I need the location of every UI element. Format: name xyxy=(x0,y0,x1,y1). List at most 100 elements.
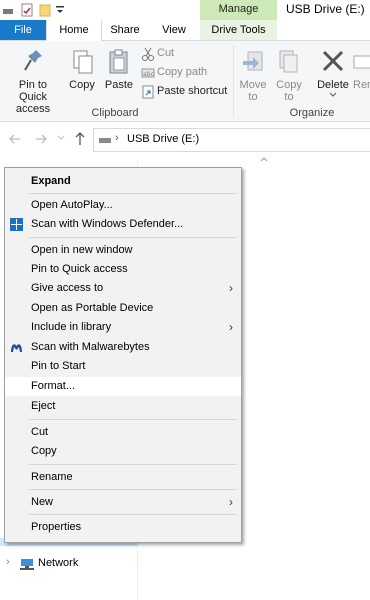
menu-separator xyxy=(29,514,237,515)
menu-item-expand[interactable]: Expand xyxy=(5,172,241,191)
back-arrow-icon[interactable] xyxy=(8,133,22,145)
menu-item-label: Pin to Start xyxy=(31,360,86,372)
paste-shortcut-icon xyxy=(142,85,154,99)
menu-item-label: Include in library xyxy=(31,321,112,333)
menu-item-label: Open AutoPlay... xyxy=(31,199,113,211)
move-to-label: Move to xyxy=(239,79,267,103)
expand-chevron-icon[interactable]: › xyxy=(6,556,10,568)
menu-item-scan-defender[interactable]: Scan with Windows Defender... xyxy=(5,215,241,234)
tab-home[interactable]: Home xyxy=(46,20,102,41)
menu-item-pin-quick-access[interactable]: Pin to Quick access xyxy=(5,260,241,279)
new-folder-icon[interactable] xyxy=(38,3,52,17)
menu-item-cut[interactable]: Cut xyxy=(5,423,241,442)
copy-path-label: Copy path xyxy=(157,66,208,78)
address-path: USB Drive (E:) xyxy=(127,133,200,145)
copy-label: Copy xyxy=(69,79,95,91)
tab-share[interactable]: Share xyxy=(102,20,148,40)
sort-chevron-icon[interactable] xyxy=(260,157,268,162)
address-bar[interactable]: › USB Drive (E:) xyxy=(93,128,370,152)
delete-button[interactable]: Delete xyxy=(316,46,350,102)
menu-item-label: Properties xyxy=(31,521,82,533)
drive-icon xyxy=(99,138,111,143)
malwarebytes-icon xyxy=(11,344,22,352)
chevron-down-icon xyxy=(329,92,337,97)
menu-item-rename[interactable]: Rename xyxy=(5,468,241,487)
move-to-button[interactable]: Move to xyxy=(238,46,268,103)
menu-item-label: Pin to Quick access xyxy=(31,263,128,275)
tab-drive-tools[interactable]: Drive Tools xyxy=(200,20,277,40)
network-icon xyxy=(20,559,34,570)
group-divider xyxy=(233,45,234,118)
menu-item-label: Give access to xyxy=(31,282,104,294)
menu-item-open-autoplay[interactable]: Open AutoPlay... xyxy=(5,196,241,215)
rename-label: Ren xyxy=(353,79,370,91)
menu-item-label: Open as Portable Device xyxy=(31,302,154,314)
cut-button[interactable]: Cut xyxy=(140,46,232,64)
rename-button[interactable]: Ren xyxy=(350,46,370,102)
menu-item-scan-malwarebytes[interactable]: Scan with Malwarebytes xyxy=(5,338,241,357)
organize-group-label: Organize xyxy=(289,107,335,119)
menu-item-label: Rename xyxy=(31,471,73,483)
rename-icon xyxy=(353,55,370,69)
copy-path-button[interactable]: abc Copy path xyxy=(140,65,232,83)
menu-item-copy[interactable]: Copy xyxy=(5,442,241,461)
paste-label: Paste xyxy=(104,79,134,91)
copy-icon xyxy=(73,50,93,74)
copy-to-label: Copy to xyxy=(276,79,302,103)
pin-to-quick-access-button[interactable]: Pin to Quick access xyxy=(4,46,62,115)
menu-item-open-new-window[interactable]: Open in new window xyxy=(5,241,241,260)
menu-separator xyxy=(29,419,237,420)
menu-item-new[interactable]: New › xyxy=(5,493,241,512)
menu-item-label: Scan with Malwarebytes xyxy=(31,341,150,353)
nav-item-network[interactable]: › Network xyxy=(0,554,137,574)
network-label: Network xyxy=(38,557,79,569)
forward-arrow-icon[interactable] xyxy=(34,133,48,145)
tab-view[interactable]: View xyxy=(150,20,198,40)
menu-item-open-portable[interactable]: Open as Portable Device xyxy=(5,299,241,318)
menu-separator xyxy=(29,464,237,465)
up-arrow-icon[interactable] xyxy=(74,131,86,147)
paste-button[interactable]: Paste xyxy=(102,46,136,102)
clipboard-group-label: Clipboard xyxy=(91,107,139,119)
submenu-arrow-icon: › xyxy=(229,495,233,509)
properties-icon[interactable] xyxy=(20,3,34,17)
menu-item-label: Copy xyxy=(31,445,57,457)
menu-item-label: Cut xyxy=(31,426,49,438)
customize-quick-access-icon[interactable] xyxy=(54,4,66,16)
breadcrumb-chevron-icon: › xyxy=(115,132,119,144)
copy-to-button[interactable]: Copy to xyxy=(273,46,305,103)
recent-locations-icon[interactable] xyxy=(57,134,65,142)
menu-separator xyxy=(29,237,237,238)
manage-tab[interactable]: Manage xyxy=(200,0,277,20)
paste-shortcut-button[interactable]: Paste shortcut xyxy=(140,84,232,102)
move-to-icon xyxy=(243,51,263,71)
menu-item-pin-start[interactable]: Pin to Start xyxy=(5,357,241,376)
paste-icon xyxy=(109,49,128,74)
windows-defender-icon xyxy=(10,218,23,231)
cut-label: Cut xyxy=(157,47,175,59)
menu-item-label: Expand xyxy=(31,175,71,187)
menu-item-format[interactable]: Format... xyxy=(5,377,241,396)
drive-icon xyxy=(3,9,13,14)
svg-text:abc: abc xyxy=(143,71,154,78)
paste-shortcut-label: Paste shortcut xyxy=(157,85,228,97)
menu-item-label: Format... xyxy=(31,380,76,392)
menu-item-label: Open in new window xyxy=(31,244,133,256)
context-menu: Expand Open AutoPlay... Scan with Window… xyxy=(4,167,242,543)
submenu-arrow-icon: › xyxy=(229,281,233,295)
menu-item-label: Eject xyxy=(31,400,56,412)
menu-separator xyxy=(29,489,237,490)
menu-item-eject[interactable]: Eject xyxy=(5,397,241,416)
pin-icon xyxy=(24,50,42,71)
delete-label: Delete xyxy=(317,79,349,91)
window-title: USB Drive (E:) xyxy=(286,2,365,16)
menu-item-include-library[interactable]: Include in library › xyxy=(5,318,241,337)
copy-button[interactable]: Copy xyxy=(66,46,98,102)
menu-item-give-access[interactable]: Give access to › xyxy=(5,279,241,298)
submenu-arrow-icon: › xyxy=(229,320,233,334)
copy-to-icon xyxy=(279,50,298,73)
menu-item-properties[interactable]: Properties xyxy=(5,518,241,537)
pin-label: Pin to Quick access xyxy=(15,79,51,115)
scissors-icon xyxy=(142,47,154,61)
tab-file[interactable]: File xyxy=(0,20,46,40)
